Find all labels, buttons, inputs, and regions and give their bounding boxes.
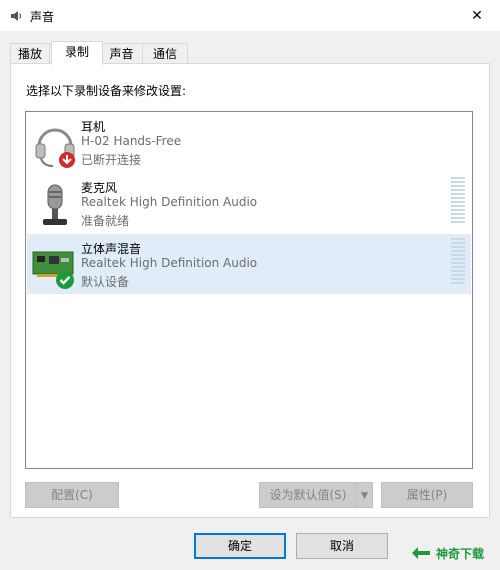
set-default-button[interactable]: 设为默认值(S) (259, 482, 357, 508)
instruction-text: 选择以下录制设备来修改设置: (26, 84, 187, 98)
watermark-text: 神奇下载 (436, 546, 485, 561)
device-name: 立体声混音 (81, 242, 142, 256)
device-status: 准备就绪 (81, 214, 130, 228)
title-bar: 声音 ✕ (0, 0, 500, 31)
device-description: H-02 Hands-Free (81, 134, 182, 148)
chevron-down-icon: ▼ (361, 491, 368, 501)
level-meter (451, 238, 465, 284)
tab-recording[interactable]: 录制 (51, 41, 103, 65)
device-description: Realtek High Definition Audio (81, 256, 258, 270)
properties-button[interactable]: 属性(P) (381, 482, 473, 508)
microphone-icon (43, 184, 67, 225)
close-button[interactable]: ✕ (454, 0, 500, 31)
device-description: Realtek High Definition Audio (81, 195, 258, 209)
tab-communications[interactable]: 通信 (142, 43, 188, 65)
device-status: 默认设备 (81, 275, 130, 289)
tab-playback[interactable]: 播放 (10, 43, 50, 65)
device-name: 耳机 (81, 120, 106, 134)
cancel-button[interactable]: 取消 (296, 533, 388, 559)
sound-card-icon (32, 251, 74, 289)
list-item-microphone[interactable]: 麦克风 Realtek High Definition Audio 准备就绪 (27, 173, 471, 233)
device-list[interactable]: 耳机 H-02 Hands-Free 已断开连接 麦克风 Realtek Hig… (25, 111, 473, 469)
device-status: 已断开连接 (81, 153, 142, 167)
watermark-logo: 神奇下载 (410, 540, 494, 566)
tab-sounds[interactable]: 声音 (100, 43, 143, 65)
configure-button[interactable]: 配置(C) (25, 482, 119, 508)
ok-button[interactable]: 确定 (194, 533, 286, 559)
window-title: 声音 (30, 10, 55, 24)
list-item-stereo-mix[interactable]: 立体声混音 Realtek High Definition Audio 默认设备 (27, 234, 471, 294)
headset-icon (35, 128, 75, 168)
speaker-icon (11, 11, 22, 21)
site-logo-icon (412, 547, 430, 559)
level-meter (451, 177, 465, 223)
device-name: 麦克风 (81, 181, 118, 195)
set-default-dropdown[interactable]: ▼ (356, 482, 373, 508)
close-icon: ✕ (471, 7, 483, 24)
list-item-headset[interactable]: 耳机 H-02 Hands-Free 已断开连接 (27, 112, 471, 172)
